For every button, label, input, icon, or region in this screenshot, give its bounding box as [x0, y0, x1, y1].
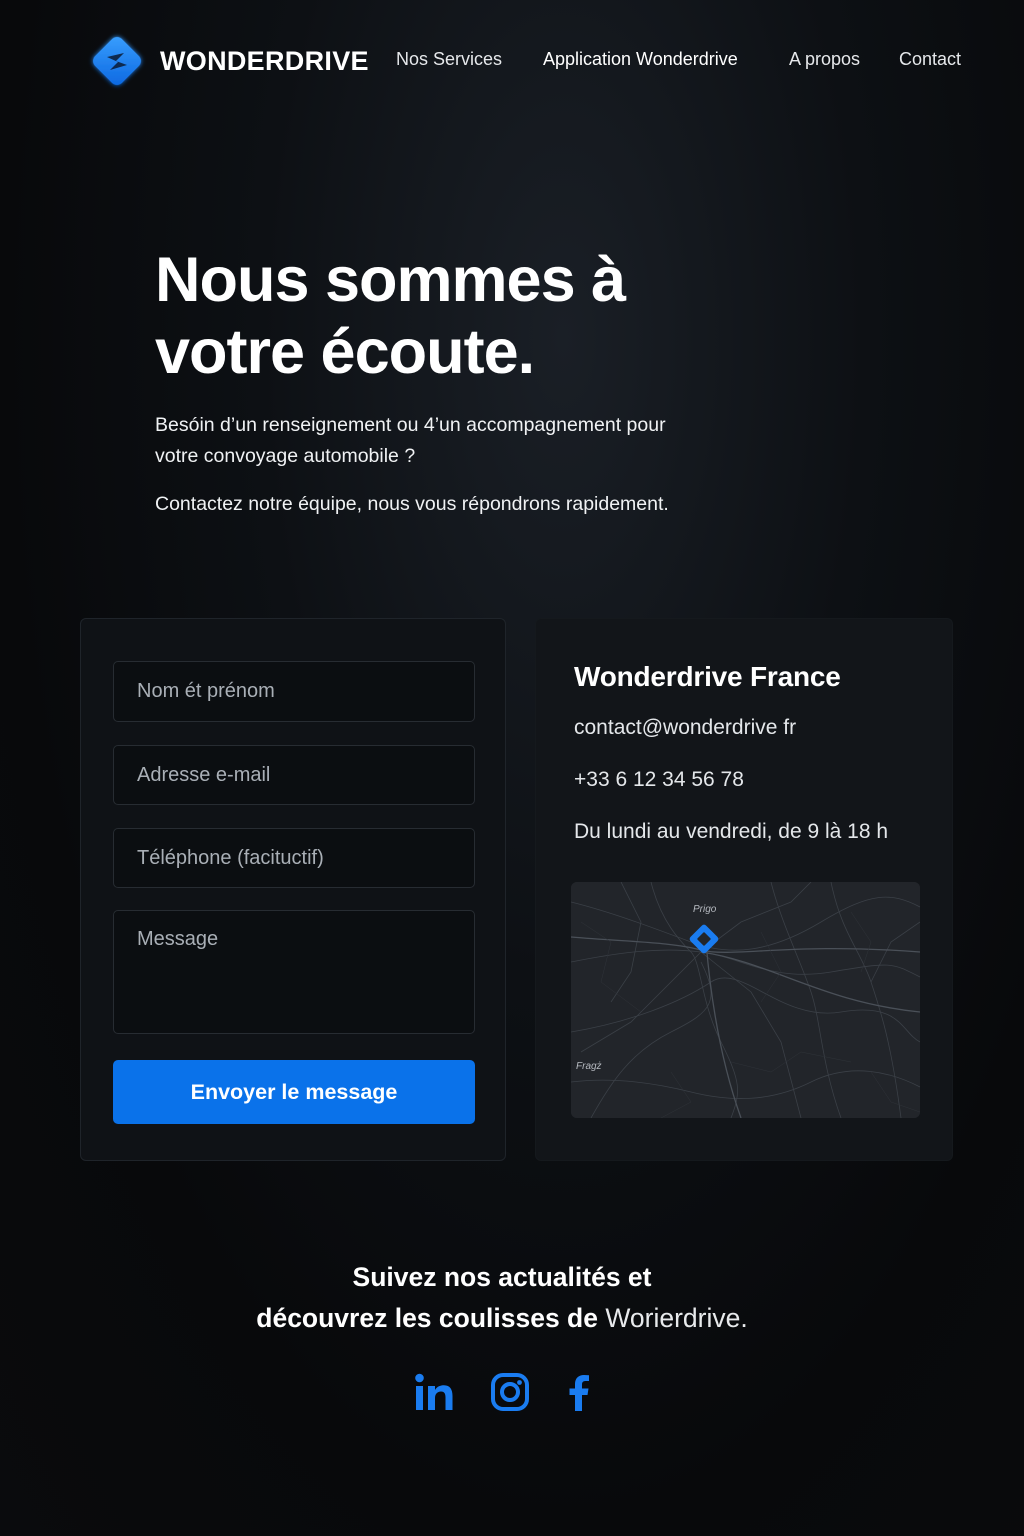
contact-form: Envoyer le message: [80, 618, 506, 1161]
follow-line1: Suivez nos actualités et: [352, 1262, 652, 1292]
facebook-icon[interactable]: [565, 1370, 593, 1416]
hero-title-line2: votre écoute.: [155, 317, 535, 387]
brand-logo[interactable]: WONDERDRIVE: [86, 30, 369, 92]
nav-item-services[interactable]: Nos Services: [396, 49, 502, 70]
email-field[interactable]: [113, 745, 475, 805]
name-field[interactable]: [113, 661, 475, 722]
contact-email[interactable]: contact@wonderdrive fr: [574, 716, 796, 740]
hero-subtitle-line1: Besóin d’un renseignement ou 4’un accomp…: [155, 414, 666, 436]
contact-phone[interactable]: +33 6 12 34 56 78: [574, 768, 744, 792]
send-message-button[interactable]: Envoyer le message: [113, 1060, 475, 1124]
linkedin-icon[interactable]: [413, 1370, 455, 1416]
company-name: Wonderdrive France: [574, 661, 841, 692]
nav-item-contact[interactable]: Contact: [899, 49, 961, 70]
map-label-bottom: Fragż: [576, 1061, 602, 1072]
hero-title: Nous sommes à votre écoute.: [155, 244, 755, 388]
hero-subtitle-2: Contactez notre équipe, nous vous répond…: [155, 493, 669, 515]
map-label-top: Prigo: [693, 904, 717, 915]
nav-item-app[interactable]: Application Wonderdrive: [543, 49, 738, 70]
follow-line2-prefix: découvrez les coulisses de: [256, 1303, 606, 1333]
social-links: [0, 1370, 1024, 1420]
location-map[interactable]: Prigo Fragż: [571, 882, 920, 1118]
brand-name: WONDERDRIVE: [160, 45, 369, 76]
instagram-icon[interactable]: [490, 1370, 530, 1416]
hero-subtitle: Besóin d’un renseignement ou 4’un accomp…: [155, 410, 755, 472]
company-info-card: Wonderdrive France contact@wonderdrive f…: [535, 618, 953, 1161]
map-roads: [571, 882, 920, 1118]
phone-field[interactable]: [113, 828, 475, 888]
logo-icon: [86, 30, 148, 92]
follow-heading: Suivez nos actualités et découvrez les c…: [0, 1257, 1004, 1339]
site-header: WONDERDRIVE Nos Services Application Won…: [0, 0, 1024, 120]
nav-item-about[interactable]: A propos: [789, 49, 860, 70]
hero-subtitle-line2: votre convoyage automobile ?: [155, 445, 416, 467]
follow-line2-brand: Worierdrive.: [605, 1303, 748, 1333]
message-field[interactable]: [113, 910, 475, 1034]
opening-hours: Du lundi au vendredi, de 9 là 18 h: [574, 820, 889, 843]
hero-title-line1: Nous sommes à: [155, 245, 626, 315]
